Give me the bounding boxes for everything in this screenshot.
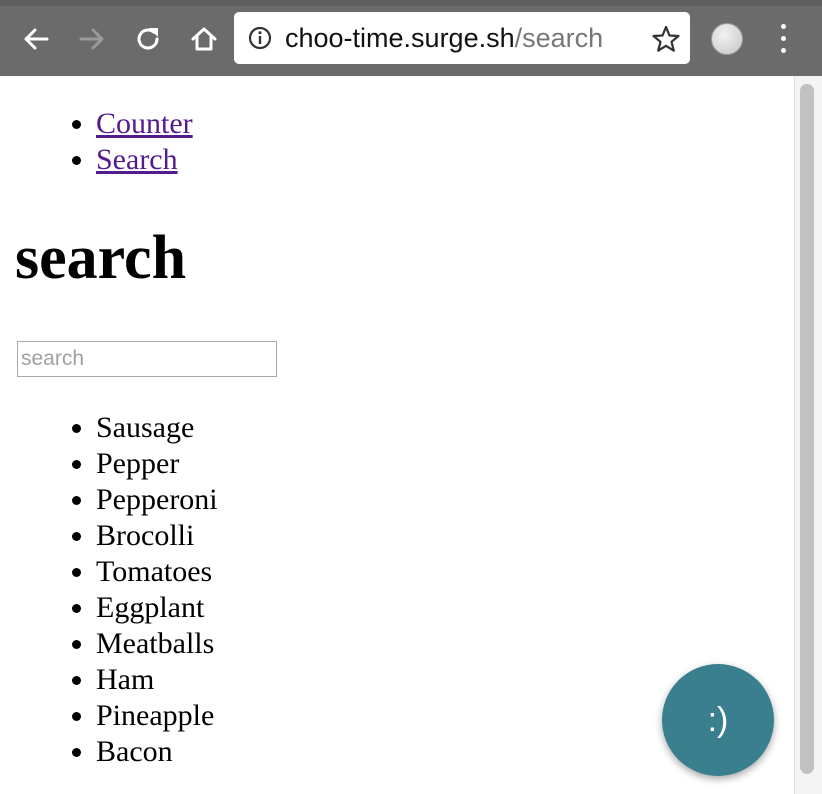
menu-icon[interactable] [775,24,791,54]
list-item: Tomatoes [96,554,218,590]
tab-strip [0,0,822,6]
forward-arrow-icon [79,28,104,50]
scrollbar-thumb[interactable] [800,84,814,774]
scrollbar[interactable] [794,76,822,794]
smiley-fab-button[interactable]: :) [662,664,774,776]
menu-dot [781,36,786,41]
home-button[interactable] [187,22,221,56]
page-content: Counter Search search Sausage Pepper Pep… [0,76,794,794]
forward-button[interactable] [75,22,109,56]
back-arrow-icon [24,28,49,50]
reload-button[interactable] [131,22,165,56]
nav-link-search[interactable]: Search [96,143,178,176]
list-item: Meatballs [96,626,218,662]
search-input[interactable] [17,341,277,377]
browser-toolbar: choo-time.surge.sh/search [0,0,822,76]
list-item: Bacon [96,734,218,770]
nav-list: Counter Search [96,106,193,178]
list-item: Eggplant [96,590,218,626]
address-bar[interactable]: choo-time.surge.sh/search [234,12,690,64]
url-path: /search [514,23,604,53]
url-host: choo-time.surge.sh [285,23,515,53]
list-item: Pepper [96,446,218,482]
list-item: Brocolli [96,518,218,554]
list-item: Pepperoni [96,482,218,518]
info-icon[interactable] [248,26,272,50]
home-icon [191,27,217,51]
list-item: Ham [96,662,218,698]
list-item: Pineapple [96,698,218,734]
address-url[interactable]: choo-time.surge.sh/search [285,21,603,55]
results-list: Sausage Pepper Pepperoni Brocolli Tomato… [96,410,218,770]
nav-item-search: Search [96,142,193,178]
profile-icon[interactable] [711,23,743,55]
page-title: search [15,224,187,292]
star-icon[interactable] [651,24,681,54]
menu-dot [781,24,786,29]
reload-icon [137,28,159,50]
nav-link-counter[interactable]: Counter [96,107,193,140]
back-button[interactable] [19,22,53,56]
nav-item-counter: Counter [96,106,193,142]
menu-dot [781,48,786,53]
list-item: Sausage [96,410,218,446]
